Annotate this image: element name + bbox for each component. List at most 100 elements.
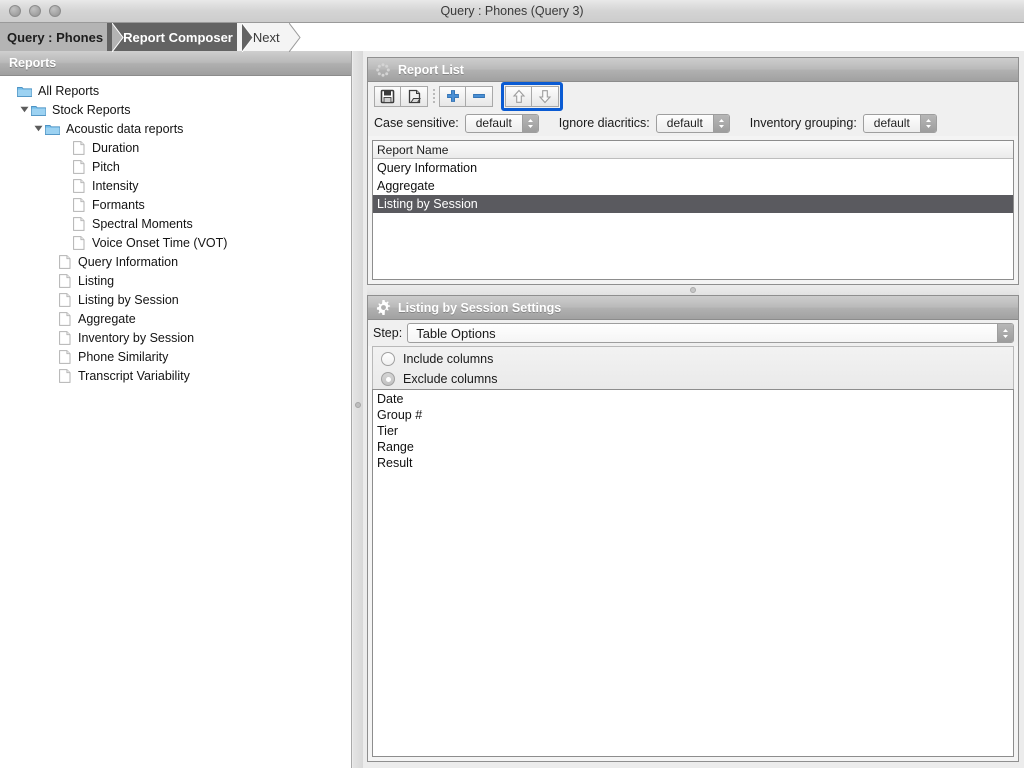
- list-item[interactable]: Range: [373, 439, 1013, 455]
- file-icon: [59, 347, 74, 366]
- tree-item[interactable]: Listing: [0, 271, 351, 290]
- file-icon: [73, 195, 88, 214]
- list-item[interactable]: Result: [373, 455, 1013, 471]
- add-button[interactable]: [439, 86, 466, 107]
- twisty-placeholder: [60, 157, 73, 176]
- report-list-header: Report List: [368, 58, 1018, 82]
- tree-item-label: Transcript Variability: [74, 369, 190, 383]
- chevron-updown-icon: [522, 115, 538, 132]
- tree-item[interactable]: Inventory by Session: [0, 328, 351, 347]
- table-row[interactable]: Aggregate: [373, 177, 1013, 195]
- tree-item[interactable]: All Reports: [0, 81, 351, 100]
- tree-item-label: Spectral Moments: [88, 217, 193, 231]
- tree-item[interactable]: Intensity: [0, 176, 351, 195]
- report-list-title: Report List: [398, 63, 464, 77]
- columns-list[interactable]: DateGroup #TierRangeResult: [372, 389, 1014, 757]
- breadcrumb-label: Report Composer: [123, 30, 233, 45]
- inventory-grouping-select[interactable]: default: [863, 114, 937, 133]
- breadcrumb-item-report-composer[interactable]: Report Composer: [107, 23, 243, 52]
- case-sensitive-value: default: [466, 116, 522, 130]
- tree-item-label: Acoustic data reports: [62, 122, 183, 136]
- settings-header: Listing by Session Settings: [368, 296, 1018, 320]
- minus-icon: [472, 89, 486, 103]
- case-sensitive-label: Case sensitive:: [374, 116, 459, 130]
- tree-item-label: Pitch: [88, 160, 120, 174]
- move-down-button[interactable]: [532, 86, 559, 107]
- ignore-diacritics-select[interactable]: default: [656, 114, 730, 133]
- step-value: Table Options: [408, 326, 997, 341]
- file-icon: [73, 233, 88, 252]
- twisty-placeholder: [60, 233, 73, 252]
- tree-item[interactable]: Query Information: [0, 252, 351, 271]
- window-title: Query : Phones (Query 3): [0, 4, 1024, 18]
- twisty-expanded-icon[interactable]: [18, 100, 31, 119]
- tree-item[interactable]: Voice Onset Time (VOT): [0, 233, 351, 252]
- save-button[interactable]: [374, 86, 401, 107]
- list-item[interactable]: Tier: [373, 423, 1013, 439]
- step-select[interactable]: Table Options: [407, 323, 1014, 343]
- include-columns-radio[interactable]: [381, 352, 395, 366]
- ignore-diacritics-value: default: [657, 116, 713, 130]
- twisty-placeholder: [46, 290, 59, 309]
- twisty-placeholder: [60, 195, 73, 214]
- tree-item[interactable]: Aggregate: [0, 309, 351, 328]
- vertical-splitter[interactable]: [353, 51, 363, 768]
- breadcrumb-arrow-icon: [289, 23, 301, 52]
- open-button[interactable]: [401, 86, 428, 107]
- twisty-placeholder: [60, 214, 73, 233]
- twisty-placeholder: [46, 347, 59, 366]
- tree-item-label: Formants: [88, 198, 145, 212]
- twisty-placeholder: [46, 271, 59, 290]
- tree-item[interactable]: Listing by Session: [0, 290, 351, 309]
- breadcrumb-label: Query : Phones: [7, 30, 103, 45]
- report-name-column-header[interactable]: Report Name: [373, 141, 1013, 159]
- report-list-rows[interactable]: Query InformationAggregateListing by Ses…: [373, 159, 1013, 213]
- open-folder-icon: [407, 89, 422, 104]
- tree-item[interactable]: Stock Reports: [0, 100, 351, 119]
- tree-item[interactable]: Transcript Variability: [0, 366, 351, 385]
- splitter-handle[interactable]: [355, 402, 361, 408]
- report-list-options: Case sensitive: default Ignore diacritic…: [368, 110, 1018, 136]
- twisty-placeholder: [60, 176, 73, 195]
- reports-tree[interactable]: All ReportsStock Reports Acoustic data re…: [0, 76, 351, 768]
- twisty-placeholder: [46, 328, 59, 347]
- tree-item-label: Phone Similarity: [74, 350, 168, 364]
- window-title-bar: Query : Phones (Query 3): [0, 0, 1024, 23]
- breadcrumb: Query : Phones Report Composer Next: [0, 23, 1024, 53]
- table-row[interactable]: Listing by Session: [373, 195, 1013, 213]
- report-list-table[interactable]: Report Name Query InformationAggregateLi…: [372, 140, 1014, 280]
- tree-item[interactable]: Acoustic data reports: [0, 119, 351, 138]
- tree-item-label: Listing by Session: [74, 293, 179, 307]
- tree-item[interactable]: Spectral Moments: [0, 214, 351, 233]
- include-columns-radio-row[interactable]: Include columns: [373, 349, 1013, 369]
- breadcrumb-item-query-phones[interactable]: Query : Phones: [0, 23, 113, 52]
- table-row[interactable]: Query Information: [373, 159, 1013, 177]
- list-item[interactable]: Date: [373, 391, 1013, 407]
- breadcrumb-label: Next: [253, 30, 280, 45]
- main-body: Reports All ReportsStock ReportsAcoustic…: [0, 51, 1024, 768]
- remove-button[interactable]: [466, 86, 493, 107]
- file-icon: [59, 366, 74, 385]
- chevron-updown-icon: [713, 115, 729, 132]
- move-up-button[interactable]: [505, 86, 532, 107]
- splitter-handle[interactable]: [690, 287, 696, 293]
- list-item[interactable]: Group #: [373, 407, 1013, 423]
- file-icon: [73, 176, 88, 195]
- step-row: Step: Table Options: [368, 320, 1018, 346]
- reports-panel: Reports All ReportsStock ReportsAcoustic…: [0, 51, 352, 768]
- file-icon: [73, 138, 88, 157]
- arrow-down-icon: [538, 89, 552, 104]
- report-list-toolbar: [368, 82, 1018, 110]
- tree-item[interactable]: Phone Similarity: [0, 347, 351, 366]
- case-sensitive-select[interactable]: default: [465, 114, 539, 133]
- tree-item[interactable]: Pitch: [0, 157, 351, 176]
- exclude-columns-radio[interactable]: [381, 372, 395, 386]
- twisty-expanded-icon[interactable]: [32, 119, 45, 138]
- tree-item[interactable]: Formants: [0, 195, 351, 214]
- tree-item[interactable]: Duration: [0, 138, 351, 157]
- twisty-placeholder: [46, 309, 59, 328]
- exclude-columns-radio-row[interactable]: Exclude columns: [373, 369, 1013, 389]
- horizontal-splitter[interactable]: [367, 285, 1019, 295]
- tree-item-label: Duration: [88, 141, 139, 155]
- twisty-placeholder: [46, 252, 59, 271]
